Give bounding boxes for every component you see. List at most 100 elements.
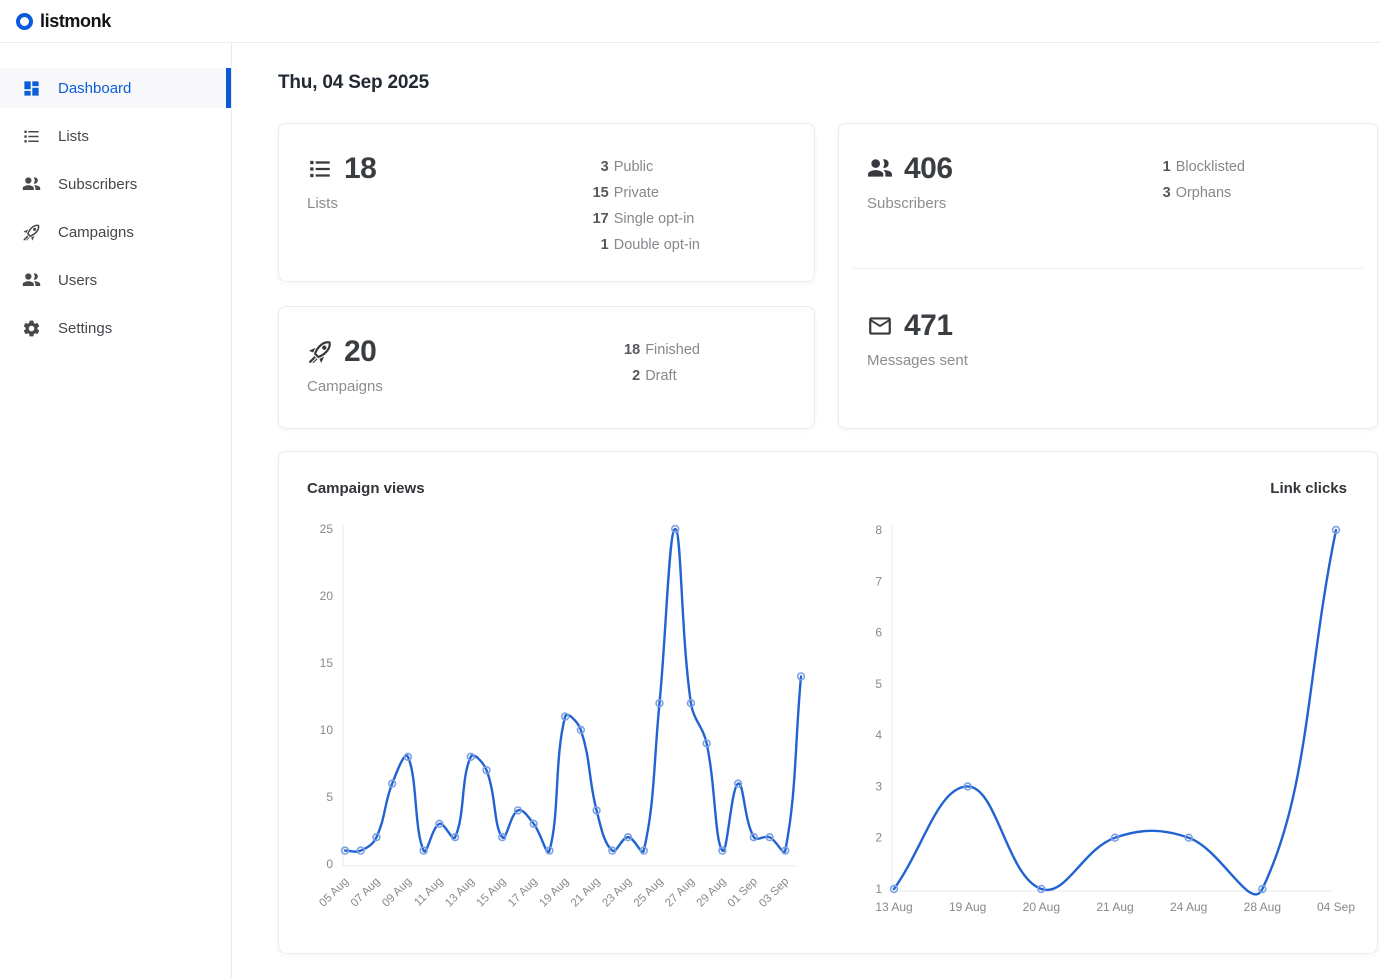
link-clicks-chart[interactable]: 1 2 3 4 5 6 7 8 13 Aug 19 Aug 20 Aug 21 Aug 24 Aug 28… bbox=[858, 509, 1378, 939]
svg-text:03 Sep: 03 Sep bbox=[757, 876, 791, 910]
lists-card: 18 Lists 3Public 15Private 17Single opt-… bbox=[278, 123, 815, 282]
subscribers-stat: 406 Subscribers bbox=[867, 152, 953, 240]
sidebar-item-campaigns[interactable]: Campaigns bbox=[0, 212, 231, 252]
svg-text:20: 20 bbox=[320, 589, 334, 603]
lists-breakdown: 3Public 15Private 17Single opt-in 1Doubl… bbox=[587, 154, 700, 253]
top-bar: listmonk bbox=[0, 0, 1380, 43]
breakdown-row: 17Single opt-in bbox=[587, 206, 700, 232]
settings-icon bbox=[22, 319, 41, 338]
subscribers-icon bbox=[22, 175, 41, 194]
breakdown-row: 1Double opt-in bbox=[587, 232, 700, 258]
svg-text:21 Aug: 21 Aug bbox=[569, 876, 603, 910]
svg-text:8: 8 bbox=[875, 523, 882, 537]
email-icon bbox=[867, 313, 893, 339]
listmonk-logo-icon bbox=[16, 13, 33, 30]
svg-text:2: 2 bbox=[875, 831, 882, 845]
breakdown-row: 18Finished bbox=[618, 337, 700, 363]
svg-text:29 Aug: 29 Aug bbox=[695, 876, 729, 910]
sidebar-item-label: Lists bbox=[58, 128, 89, 145]
svg-text:21 Aug: 21 Aug bbox=[1096, 900, 1133, 914]
svg-text:09 Aug: 09 Aug bbox=[380, 876, 414, 910]
breakdown-row: 1Blocklisted bbox=[1149, 154, 1245, 180]
svg-text:07 Aug: 07 Aug bbox=[349, 876, 383, 910]
campaign-views-chart[interactable]: 0 5 10 15 20 25 05 Aug07 Aug09 Aug11 Aug13 Aug… bbox=[307, 509, 847, 939]
subscribers-breakdown: 1Blocklisted 3Orphans bbox=[1149, 154, 1245, 240]
svg-text:17 Aug: 17 Aug bbox=[506, 876, 540, 910]
svg-text:13 Aug: 13 Aug bbox=[875, 900, 912, 914]
lists-count: 18 bbox=[344, 152, 376, 186]
sidebar-item-lists[interactable]: Lists bbox=[0, 116, 231, 156]
campaign-views-title: Campaign views bbox=[307, 480, 425, 497]
svg-text:25: 25 bbox=[320, 522, 334, 536]
brand-name: listmonk bbox=[40, 11, 111, 32]
lists-icon bbox=[22, 127, 41, 146]
lists-label: Lists bbox=[307, 195, 376, 212]
messages-stat: 471 Messages sent bbox=[867, 309, 968, 385]
app-logo[interactable]: listmonk bbox=[16, 11, 111, 32]
campaigns-breakdown: 18Finished 2Draft bbox=[618, 337, 700, 400]
charts-area: 051015202505 Aug07 Aug09 Aug11 Aug13 Aug… bbox=[307, 501, 1347, 946]
stat-cards-row: 18 Lists 3Public 15Private 17Single opt-… bbox=[278, 123, 1380, 429]
dashboard-icon bbox=[22, 79, 41, 98]
sidebar-item-dashboard[interactable]: Dashboard bbox=[0, 68, 231, 108]
users-icon bbox=[22, 271, 41, 290]
charts-card: Campaign views Link clicks 051015202505 … bbox=[278, 451, 1378, 954]
svg-text:04 Sep: 04 Sep bbox=[1317, 900, 1355, 914]
svg-text:01 Sep: 01 Sep bbox=[726, 876, 760, 910]
subscribers-label: Subscribers bbox=[867, 195, 953, 212]
svg-text:4: 4 bbox=[875, 728, 882, 742]
svg-text:05 Aug: 05 Aug bbox=[317, 876, 351, 910]
svg-text:5: 5 bbox=[875, 677, 882, 691]
messages-count: 471 bbox=[904, 309, 953, 343]
sidebar: Dashboard Lists Subscribers Campaigns Us… bbox=[0, 43, 232, 978]
svg-text:10: 10 bbox=[320, 723, 334, 737]
page-title: Thu, 04 Sep 2025 bbox=[278, 72, 1380, 94]
svg-text:0: 0 bbox=[326, 857, 333, 871]
subscribers-count: 406 bbox=[904, 152, 953, 186]
svg-text:20 Aug: 20 Aug bbox=[1023, 900, 1060, 914]
campaigns-label: Campaigns bbox=[307, 378, 383, 395]
campaigns-stat: 20 Campaigns bbox=[307, 335, 383, 400]
sidebar-item-label: Dashboard bbox=[58, 80, 131, 97]
breakdown-row: 2Draft bbox=[618, 363, 700, 389]
subscribers-icon bbox=[867, 156, 893, 182]
svg-text:19 Aug: 19 Aug bbox=[949, 900, 986, 914]
lists-stat: 18 Lists bbox=[307, 152, 376, 253]
svg-text:19 Aug: 19 Aug bbox=[537, 876, 571, 910]
svg-text:5: 5 bbox=[326, 790, 333, 804]
sidebar-item-settings[interactable]: Settings bbox=[0, 308, 231, 348]
campaigns-count: 20 bbox=[344, 335, 376, 369]
sidebar-item-label: Users bbox=[58, 272, 97, 289]
main-content: Thu, 04 Sep 2025 18 Lists 3Public 15Priv… bbox=[233, 43, 1380, 978]
svg-text:28 Aug: 28 Aug bbox=[1244, 900, 1281, 914]
svg-text:11 Aug: 11 Aug bbox=[412, 876, 445, 909]
svg-text:15: 15 bbox=[320, 656, 334, 670]
messages-label: Messages sent bbox=[867, 352, 968, 369]
campaigns-icon bbox=[307, 339, 333, 365]
sidebar-item-label: Settings bbox=[58, 320, 112, 337]
subscribers-section: 406 Subscribers 1Blocklisted 3Orphans bbox=[839, 124, 1377, 268]
breakdown-row: 15Private bbox=[587, 180, 700, 206]
svg-text:7: 7 bbox=[875, 574, 882, 588]
subscribers-messages-card: 406 Subscribers 1Blocklisted 3Orphans bbox=[838, 123, 1378, 429]
svg-text:27 Aug: 27 Aug bbox=[663, 876, 697, 910]
messages-section: 471 Messages sent bbox=[839, 269, 1377, 413]
svg-text:24 Aug: 24 Aug bbox=[1170, 900, 1207, 914]
breakdown-row: 3Public bbox=[587, 154, 700, 180]
breakdown-row: 3Orphans bbox=[1149, 180, 1245, 206]
svg-text:25 Aug: 25 Aug bbox=[632, 876, 666, 910]
svg-text:3: 3 bbox=[875, 779, 882, 793]
svg-text:15 Aug: 15 Aug bbox=[475, 876, 509, 910]
campaigns-icon bbox=[22, 223, 41, 242]
campaigns-card: 20 Campaigns 18Finished 2Draft bbox=[278, 306, 815, 429]
sidebar-item-label: Subscribers bbox=[58, 176, 137, 193]
lists-icon bbox=[307, 156, 333, 182]
sidebar-item-subscribers[interactable]: Subscribers bbox=[0, 164, 231, 204]
svg-text:6: 6 bbox=[875, 626, 882, 640]
svg-text:1: 1 bbox=[875, 882, 882, 896]
svg-text:13 Aug: 13 Aug bbox=[443, 876, 477, 910]
sidebar-item-label: Campaigns bbox=[58, 224, 134, 241]
link-clicks-title: Link clicks bbox=[1270, 480, 1347, 497]
svg-text:23 Aug: 23 Aug bbox=[600, 876, 634, 910]
sidebar-item-users[interactable]: Users bbox=[0, 260, 231, 300]
